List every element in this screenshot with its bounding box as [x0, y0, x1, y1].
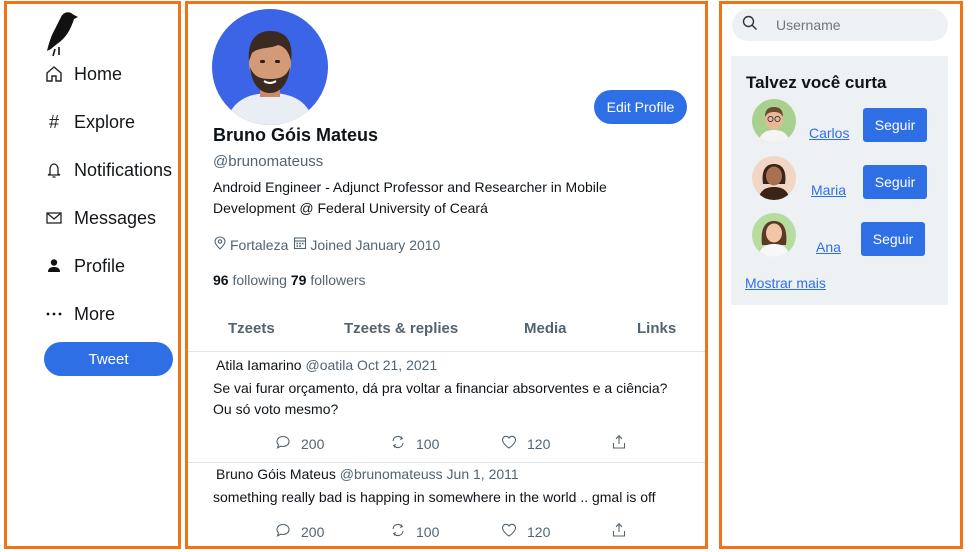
- profile-handle: @brunomateuss: [213, 153, 324, 170]
- tab-links[interactable]: Links: [637, 320, 676, 337]
- avatar[interactable]: [752, 99, 796, 143]
- tweet-handle-date: @oatila Oct 21, 2021: [305, 357, 438, 373]
- tweet-header: Bruno Góis Mateus @brunomateuss Jun 1, 2…: [216, 466, 519, 482]
- retweet-icon: [390, 522, 406, 541]
- share-icon: [611, 522, 627, 541]
- profile-joined: Joined January 2010: [310, 236, 441, 253]
- envelope-icon: [43, 207, 65, 229]
- follow-button[interactable]: Seguir: [861, 222, 925, 256]
- tabs-divider: [188, 351, 705, 352]
- more-dots-icon: [43, 303, 65, 325]
- follow-stats: 96 following 79 followers: [213, 272, 366, 288]
- nav-label: Home: [74, 63, 123, 84]
- share-action[interactable]: [611, 522, 627, 541]
- reply-count: 200: [301, 523, 325, 540]
- tweet-author[interactable]: Atila Iamarino: [216, 357, 302, 373]
- profile-avatar[interactable]: [212, 9, 328, 125]
- tweet-divider: [188, 462, 705, 463]
- search-icon: [742, 15, 758, 36]
- bird-logo-icon[interactable]: [41, 9, 79, 57]
- share-action[interactable]: [611, 434, 627, 453]
- like-count: 120: [527, 523, 551, 540]
- tweet-handle-date: @brunomateuss Jun 1, 2011: [339, 466, 519, 482]
- retweet-icon: [390, 434, 406, 453]
- hashtag-icon: #: [48, 111, 59, 132]
- tweet-header: Atila Iamarino @oatila Oct 21, 2021: [216, 357, 437, 373]
- tweet-button[interactable]: Tweet: [44, 342, 173, 376]
- nav-item-notifications[interactable]: Notifications: [43, 156, 172, 184]
- suggested-user-name[interactable]: Maria: [811, 182, 846, 198]
- following-label[interactable]: following: [232, 272, 286, 288]
- tweet-text: Se vai furar orçamento, dá pra voltar a …: [213, 380, 668, 417]
- tweet-author[interactable]: Bruno Góis Mateus: [216, 466, 336, 482]
- heart-icon: [501, 522, 517, 541]
- followers-count[interactable]: 79: [291, 272, 307, 288]
- bell-icon: [43, 159, 65, 181]
- reply-count: 200: [301, 435, 325, 452]
- tab-media[interactable]: Media: [524, 320, 567, 337]
- calendar-icon: [293, 236, 307, 253]
- search-input[interactable]: [776, 17, 926, 33]
- reply-action[interactable]: 200: [275, 434, 324, 453]
- profile-tabs: Tzeets Tzeets & replies Media Links: [188, 320, 705, 352]
- nav-label: More: [74, 303, 116, 324]
- like-action[interactable]: 120: [501, 434, 550, 453]
- suggestions-title: Talvez você curta: [746, 73, 887, 92]
- profile-location: Fortaleza: [230, 236, 289, 253]
- nav-label: Profile: [74, 255, 126, 276]
- suggestions-panel: Talvez você curta Carlos Seguir Maria Se…: [731, 56, 948, 305]
- tab-tzeets[interactable]: Tzeets: [228, 320, 275, 337]
- profile-name: Bruno Góis Mateus: [213, 125, 379, 145]
- search-box[interactable]: [732, 9, 948, 41]
- tweet-text: something really bad is happing in somew…: [213, 489, 656, 505]
- following-count[interactable]: 96: [213, 272, 229, 288]
- retweet-action[interactable]: 100: [390, 522, 439, 541]
- nav-label: Explore: [74, 111, 136, 132]
- retweet-count: 100: [416, 435, 440, 452]
- nav-item-profile[interactable]: Profile: [43, 252, 125, 280]
- avatar[interactable]: [752, 156, 796, 200]
- share-icon: [611, 434, 627, 453]
- nav-item-home[interactable]: Home: [43, 60, 122, 88]
- show-more-link[interactable]: Mostrar mais: [745, 275, 826, 291]
- nav-label: Messages: [74, 207, 157, 228]
- avatar[interactable]: [752, 213, 796, 257]
- reply-icon: [275, 434, 291, 453]
- follow-button[interactable]: Seguir: [863, 165, 927, 199]
- location-pin-icon: [213, 236, 227, 253]
- tab-tzeets-replies[interactable]: Tzeets & replies: [344, 320, 458, 337]
- right-sidebar: Talvez você curta Carlos Seguir Maria Se…: [719, 1, 963, 549]
- nav-item-more[interactable]: More: [43, 300, 115, 328]
- edit-profile-button[interactable]: Edit Profile: [594, 90, 687, 124]
- heart-icon: [501, 434, 517, 453]
- person-icon: [43, 255, 65, 277]
- left-sidebar: Home # Explore Notifications Messages Pr…: [4, 1, 181, 549]
- followers-label[interactable]: followers: [310, 272, 365, 288]
- follow-button[interactable]: Seguir: [863, 108, 927, 142]
- suggested-user-name[interactable]: Carlos: [809, 125, 849, 141]
- retweet-count: 100: [416, 523, 440, 540]
- reply-icon: [275, 522, 291, 541]
- reply-action[interactable]: 200: [275, 522, 324, 541]
- like-action[interactable]: 120: [501, 522, 550, 541]
- nav-item-messages[interactable]: Messages: [43, 204, 156, 232]
- nav-label: Notifications: [74, 159, 173, 180]
- profile-column: Edit Profile Bruno Góis Mateus @brunomat…: [185, 1, 708, 549]
- profile-meta: Fortaleza Joined January 2010: [213, 236, 440, 253]
- suggested-user-name[interactable]: Ana: [816, 239, 841, 255]
- retweet-action[interactable]: 100: [390, 434, 439, 453]
- nav-item-explore[interactable]: # Explore: [43, 108, 135, 136]
- home-icon: [43, 63, 65, 85]
- profile-bio: Android Engineer - Adjunct Professor and…: [213, 179, 607, 216]
- like-count: 120: [527, 435, 551, 452]
